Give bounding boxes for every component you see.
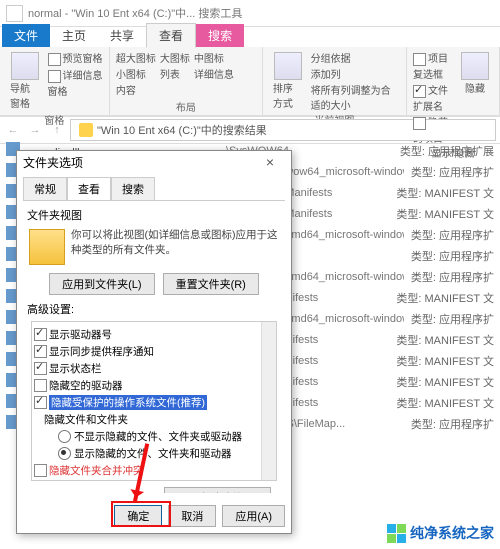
apply-button[interactable]: 应用(A) [222,505,285,527]
close-icon[interactable]: × [255,154,285,170]
preview-pane[interactable]: 预览窗格 [48,50,103,66]
radio-icon [58,447,71,460]
checkbox-icon [48,53,61,66]
watermark-logo: 纯净系统之家 [387,523,494,543]
adv-item[interactable]: 显示驱动器号 [34,326,274,343]
dialog-tab-general[interactable]: 常规 [23,177,67,200]
up-button[interactable]: ↑ [48,124,66,136]
adv-item[interactable]: 显示隐藏的文件、文件夹和驱动器 [44,445,274,462]
scrollbar[interactable] [261,322,276,480]
radio-icon [58,430,71,443]
search-icon [79,123,93,137]
adv-item[interactable]: 隐藏空的驱动器 [34,377,274,394]
adv-item: 隐藏文件和文件夹 [44,411,274,428]
checkbox-icon [34,345,47,358]
dialog-tab-view[interactable]: 查看 [67,177,111,200]
dialog-title: 文件夹选项 [23,154,83,171]
folder-icon [29,229,65,265]
ribbon-group-showhide: 项目复选框 文件扩展名 隐藏的项目 隐藏 显示/隐藏 [407,47,500,115]
sort-icon [274,52,302,80]
nav-pane-button[interactable]: 导航窗格 [6,50,44,112]
file-extensions[interactable]: 文件扩展名 [413,82,453,113]
ribbon-group-layout: 超大图标小图标内容 大图标列表 中图标详细信息 布局 [110,47,263,115]
item-checkboxes[interactable]: 项目复选框 [413,50,453,81]
breadcrumb[interactable]: "Win 10 Ent x64 (C:)"中的搜索结果 [70,119,496,141]
checkbox-icon [34,396,47,409]
nav-pane-icon [11,52,39,80]
tab-share[interactable]: 共享 [98,24,146,47]
checkbox-icon [34,362,47,375]
checkbox-icon [34,464,47,477]
ribbon-group-panes: 导航窗格 预览窗格 详细信息窗格 窗格 [0,47,110,115]
ribbon-tabstrip: 文件 主页 共享 查看 搜索 [0,27,500,47]
tab-search[interactable]: 搜索 [196,24,244,47]
cancel-button[interactable]: 取消 [168,505,216,527]
ribbon: 导航窗格 预览窗格 详细信息窗格 窗格 超大图标小图标内容 大图标列表 中图标详… [0,47,500,116]
hide-icon [461,52,489,80]
window-title: normal - "Win 10 Ent x64 (C:)"中... 搜索工具 [28,5,242,21]
dialog-tab-search[interactable]: 搜索 [111,177,155,200]
adv-item[interactable]: 隐藏文件夹合并冲突 [34,462,274,479]
adv-item[interactable]: 不显示隐藏的文件、文件夹或驱动器 [44,428,274,445]
ok-button[interactable]: 确定 [114,505,162,527]
logo-icon [387,524,406,543]
adv-item[interactable]: 显示状态栏 [34,360,274,377]
adv-item[interactable]: 隐藏已知文件类型的扩展名 [34,479,274,481]
restore-defaults-button[interactable]: 还原为默认值(D) [164,487,271,493]
checkbox-icon [34,379,47,392]
window-titlebar: normal - "Win 10 Ent x64 (C:)"中... 搜索工具 [0,0,500,27]
back-button[interactable]: ← [4,124,22,136]
checkbox-icon [48,70,61,83]
app-icon [6,5,23,22]
ribbon-group-currentview: 排序方式 分组依据添加列将所有列调整为合适的大小 当前视图 [263,47,407,115]
tab-file[interactable]: 文件 [2,24,50,47]
folder-options-dialog: 文件夹选项× 常规 查看 搜索 文件夹视图 你可以将此视图(如详细信息或图标)应… [16,150,292,534]
tab-view[interactable]: 查看 [146,23,196,48]
apply-to-folders-button[interactable]: 应用到文件夹(L) [49,273,154,295]
adv-item[interactable]: 隐藏受保护的操作系统文件(推荐) [34,394,274,411]
tab-home[interactable]: 主页 [50,24,98,47]
advanced-settings-list[interactable]: 显示驱动器号显示同步提供程序通知显示状态栏隐藏空的驱动器隐藏受保护的操作系统文件… [31,321,277,481]
forward-button[interactable]: → [26,124,44,136]
checkbox-icon [34,328,47,341]
details-pane[interactable]: 详细信息窗格 [48,67,103,98]
adv-item[interactable]: 显示同步提供程序通知 [34,343,274,360]
sort-button[interactable]: 排序方式 [269,50,307,112]
reset-folders-button[interactable]: 重置文件夹(R) [163,273,259,295]
